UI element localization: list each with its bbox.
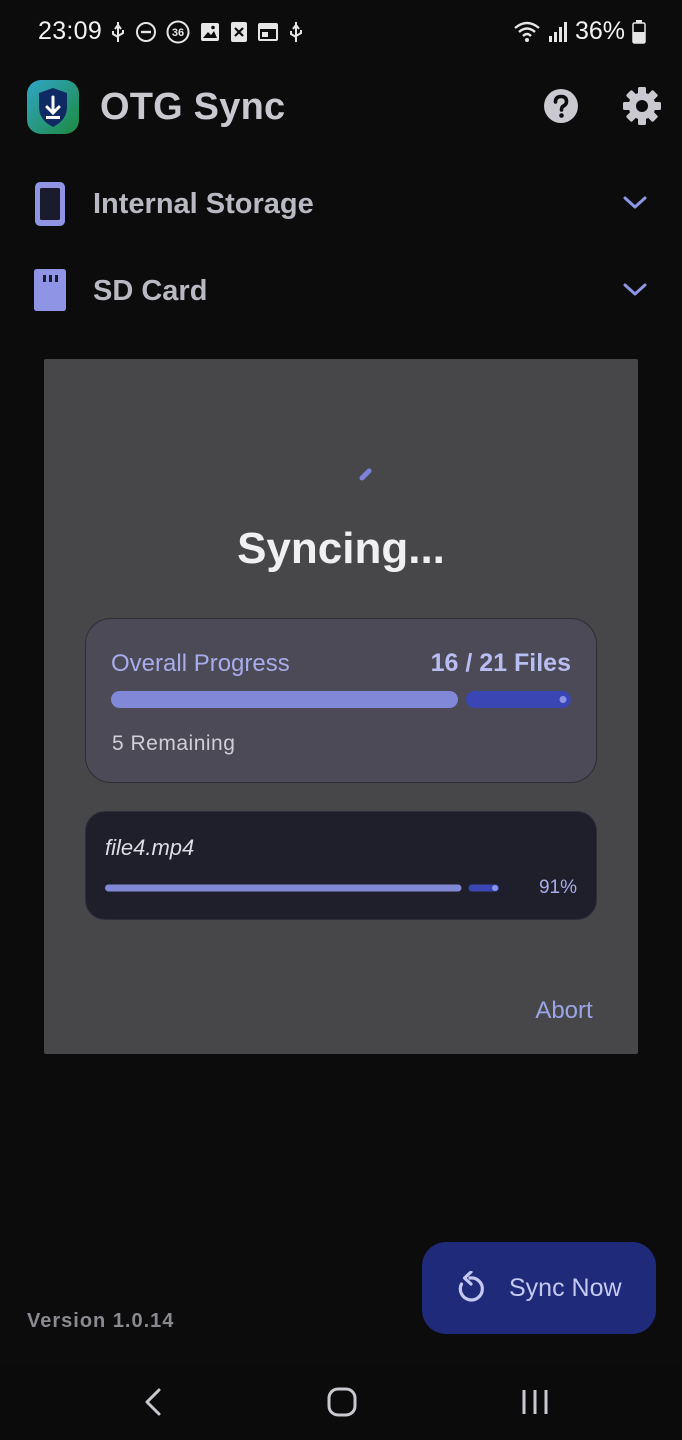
system-nav-bar: [0, 1362, 682, 1440]
excel-icon: [231, 22, 247, 42]
current-file-name: file4.mp4: [105, 835, 195, 860]
loading-spinner-icon: [359, 468, 372, 481]
dialog-title: Syncing...: [237, 524, 445, 573]
phone-icon: [35, 182, 65, 226]
sync-now-label: Sync Now: [509, 1274, 622, 1302]
help-icon[interactable]: [543, 88, 579, 124]
overall-progress-label: Overall Progress: [111, 650, 290, 677]
storage-label: Internal Storage: [93, 188, 314, 220]
battery-icon: [632, 19, 646, 44]
sync-now-button[interactable]: Sync Now: [422, 1242, 656, 1334]
refresh-icon: [458, 1271, 484, 1302]
gallery-icon: [201, 23, 219, 41]
file-progress-bar: [105, 884, 499, 892]
status-time: 23:09: [38, 17, 103, 45]
settings-icon[interactable]: [622, 86, 662, 126]
signal-icon: [548, 21, 567, 42]
status-bar: 23:09 36 36%: [0, 0, 682, 64]
current-file-card: file4.mp4 91%: [85, 811, 597, 920]
app-logo-icon: [27, 80, 79, 134]
remaining-files-label: 5 Remaining: [112, 732, 236, 755]
usb-icon: [112, 22, 124, 42]
overall-progress-card: Overall Progress 16 / 21 Files 5 Remaini…: [85, 618, 597, 783]
wifi-icon: [514, 21, 540, 42]
overall-progress-bar: [111, 691, 571, 708]
status-notification-icons: 36: [110, 20, 304, 44]
storage-label: SD Card: [93, 275, 208, 307]
chevron-down-icon[interactable]: [622, 281, 648, 299]
do-not-disturb-icon: [136, 22, 156, 42]
abort-button[interactable]: Abort: [516, 991, 612, 1031]
status-system-icons: 36%: [513, 17, 646, 46]
version-label: Version 1.0.14: [27, 1310, 175, 1332]
overall-file-count: 16 / 21 Files: [430, 649, 571, 677]
app-title: OTG Sync: [100, 86, 286, 128]
notification-count-icon: 36: [166, 20, 190, 44]
calendar-icon: [258, 23, 278, 41]
storage-row-sd-card[interactable]: SD Card: [0, 257, 682, 327]
home-icon[interactable]: [322, 1384, 362, 1420]
storage-row-internal[interactable]: Internal Storage: [0, 170, 682, 240]
svg-text:36: 36: [172, 27, 184, 39]
battery-percent: 36%: [574, 17, 625, 45]
usb-icon: [290, 22, 302, 42]
chevron-down-icon[interactable]: [622, 194, 648, 212]
back-icon[interactable]: [134, 1384, 174, 1420]
file-progress-percent: 91%: [538, 877, 577, 898]
recents-icon[interactable]: [515, 1384, 555, 1420]
sd-card-icon: [34, 269, 66, 311]
